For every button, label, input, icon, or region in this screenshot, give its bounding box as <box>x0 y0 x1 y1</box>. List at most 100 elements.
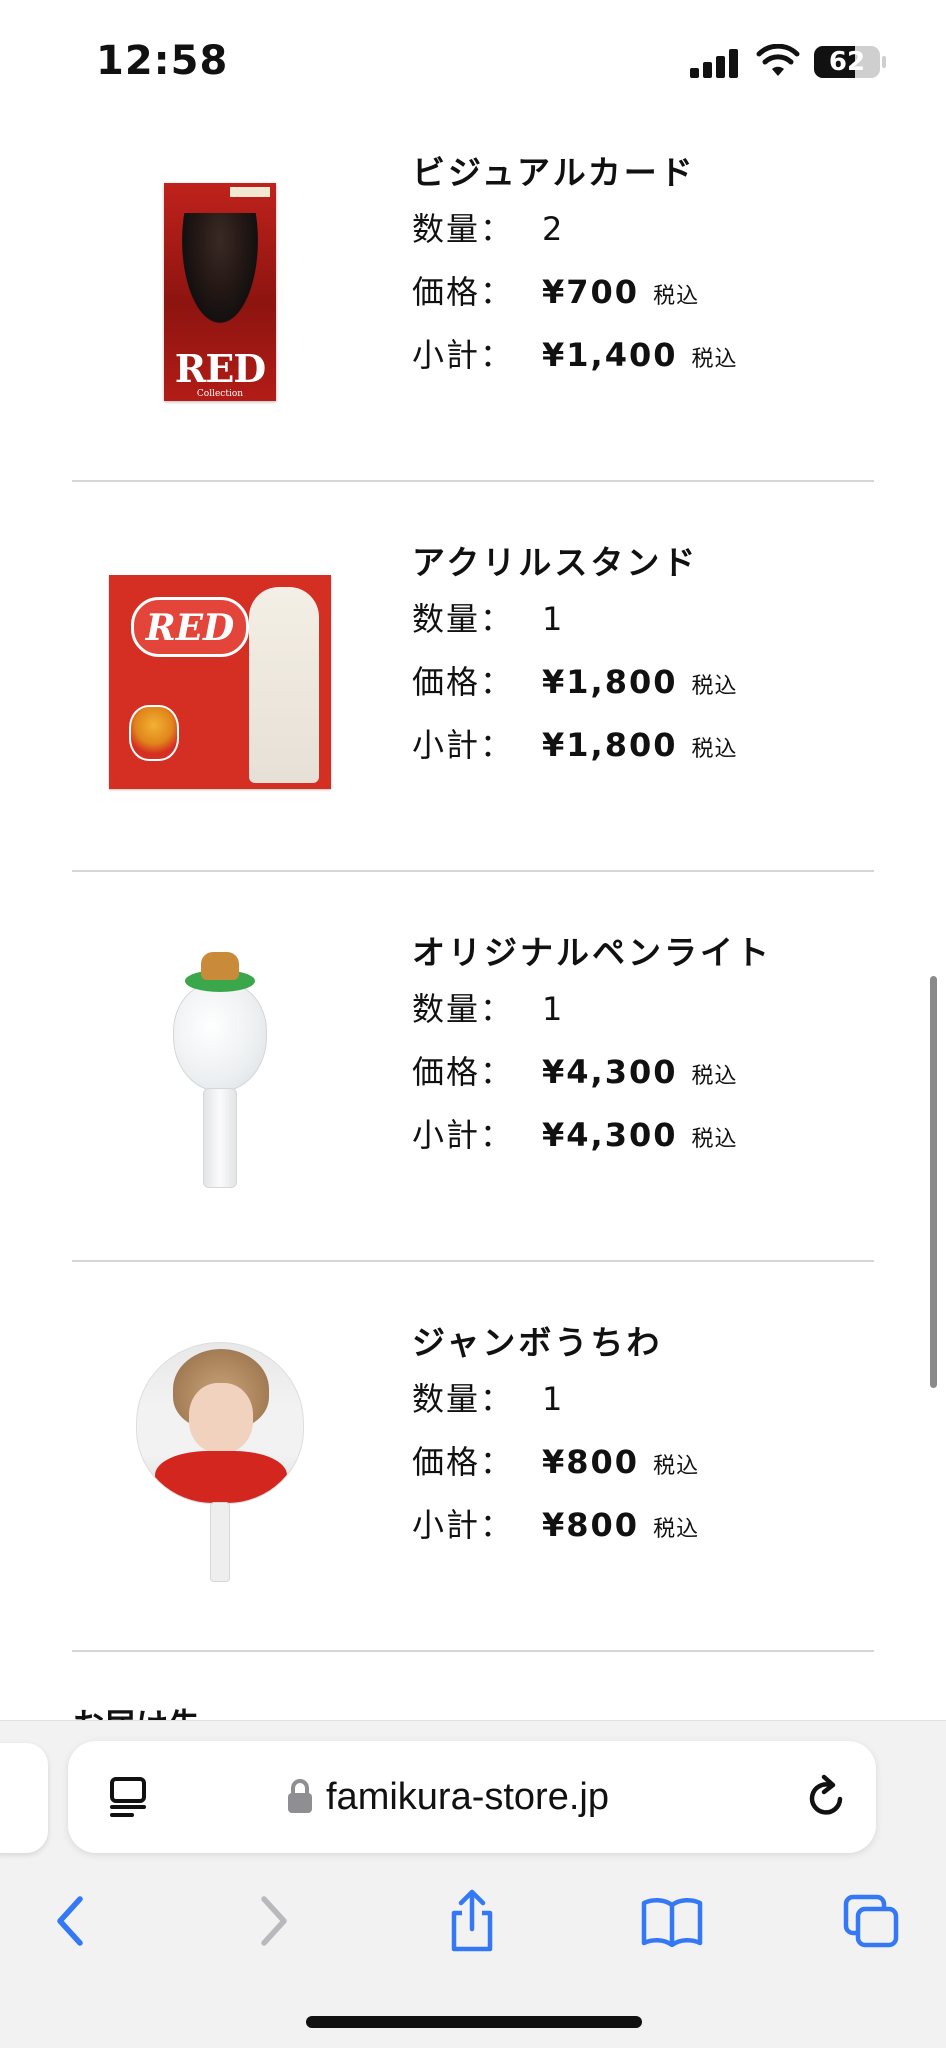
item-info: ビジュアルカード 数量： 2 価格： ¥700 税込 小計： ¥1,400 税込 <box>412 148 738 387</box>
reload-icon[interactable] <box>802 1773 850 1821</box>
product-image[interactable] <box>100 952 340 1192</box>
penlight-handle <box>203 1088 237 1188</box>
reader-icon[interactable] <box>106 1775 152 1819</box>
tabs-button[interactable] <box>832 1881 912 1961</box>
item-name[interactable]: ジャンボうちわ <box>412 1318 699 1368</box>
signal-icon <box>690 48 740 78</box>
price-label: 価格： <box>412 1053 515 1091</box>
item-info: オリジナルペンライト 数量： 1 価格： ¥4,300 税込 小計： ¥4,30… <box>412 928 772 1167</box>
quantity-row: 数量： 1 <box>412 588 738 651</box>
card-portrait <box>182 213 258 323</box>
uchiwa-jacket <box>155 1451 287 1503</box>
price-row: 価格： ¥1,800 税込 <box>412 651 738 714</box>
product-image[interactable] <box>100 1342 340 1582</box>
quantity-label: 数量： <box>412 600 515 638</box>
subtotal-label: 小計： <box>412 726 515 764</box>
tax-note: 税込 <box>653 284 700 309</box>
price-row: 価格： ¥800 税込 <box>412 1431 699 1494</box>
share-button[interactable] <box>432 1881 512 1961</box>
uchiwa-fan <box>136 1342 304 1504</box>
forward-icon <box>261 1896 287 1946</box>
cart-item: RED アクリルスタンド 数量： 1 価格： ¥1,800 税込 小計： ¥1,… <box>0 510 946 900</box>
browser-chrome: famikura-store.jp <box>0 1720 946 2048</box>
price-value: ¥4,300 <box>542 1053 678 1091</box>
product-image[interactable]: RED Collection <box>100 172 340 412</box>
penlight-bulb <box>173 982 267 1092</box>
subtotal-label: 小計： <box>412 1506 515 1544</box>
battery-cap <box>882 56 886 68</box>
quantity-label: 数量： <box>412 1380 515 1418</box>
visual-card-image: RED Collection <box>164 183 276 401</box>
penlight-mascot <box>201 952 239 980</box>
uchiwa-face <box>189 1383 253 1453</box>
card-subtitle: Collection <box>196 389 244 399</box>
price-value: ¥800 <box>542 1443 640 1481</box>
tax-note: 税込 <box>691 347 738 372</box>
section-heading-partial: お届け先 <box>72 1700 200 1720</box>
item-info: アクリルスタンド 数量： 1 価格： ¥1,800 税込 小計： ¥1,800 … <box>412 538 738 777</box>
cart-item: RED Collection ビジュアルカード 数量： 2 価格： ¥700 税… <box>0 120 946 510</box>
subtotal-row: 小計： ¥1,400 税込 <box>412 324 738 387</box>
cart-item: ジャンボうちわ 数量： 1 価格： ¥800 税込 小計： ¥800 税込 <box>0 1290 946 1680</box>
forward-button[interactable] <box>234 1881 314 1961</box>
divider <box>72 480 874 482</box>
acrylic-stand-image: RED <box>109 575 331 789</box>
tax-note: 税込 <box>691 1064 738 1089</box>
status-bar: 12:58 62 <box>0 0 946 120</box>
home-indicator[interactable] <box>306 2016 642 2028</box>
stand-logo: RED <box>131 597 249 657</box>
divider <box>72 1260 874 1262</box>
tax-note: 税込 <box>691 1127 738 1152</box>
price-value: ¥700 <box>542 273 640 311</box>
tax-note: 税込 <box>691 674 738 699</box>
cart-item: オリジナルペンライト 数量： 1 価格： ¥4,300 税込 小計： ¥4,30… <box>0 900 946 1290</box>
bookmarks-icon <box>641 1898 703 1947</box>
price-label: 価格： <box>412 1443 515 1481</box>
product-image[interactable]: RED <box>100 562 340 802</box>
scrollbar-thumb[interactable] <box>930 976 937 1388</box>
subtotal-value: ¥4,300 <box>542 1116 678 1154</box>
price-row: 価格： ¥4,300 税込 <box>412 1041 772 1104</box>
address-bar[interactable]: famikura-store.jp <box>68 1741 876 1853</box>
subtotal-value: ¥1,400 <box>542 336 678 374</box>
tax-note: 税込 <box>653 1517 700 1542</box>
bookmarks-button[interactable] <box>632 1881 712 1961</box>
browser-toolbar <box>0 1881 946 1981</box>
quantity-row: 数量： 1 <box>412 978 772 1041</box>
divider <box>72 870 874 872</box>
quantity-row: 数量： 1 <box>412 1368 699 1431</box>
subtotal-row: 小計： ¥1,800 税込 <box>412 714 738 777</box>
price-label: 価格： <box>412 273 515 311</box>
subtotal-label: 小計： <box>412 336 515 374</box>
tax-note: 税込 <box>691 737 738 762</box>
url-text[interactable]: famikura-store.jp <box>326 1741 609 1853</box>
tax-note: 税込 <box>653 1454 700 1479</box>
price-row: 価格： ¥700 税込 <box>412 261 738 324</box>
subtotal-value: ¥800 <box>542 1506 640 1544</box>
item-name[interactable]: アクリルスタンド <box>412 538 738 588</box>
item-info: ジャンボうちわ 数量： 1 価格： ¥800 税込 小計： ¥800 税込 <box>412 1318 699 1557</box>
battery-icon: 62 <box>814 46 880 78</box>
status-time: 12:58 <box>96 38 229 84</box>
stand-figure <box>249 587 319 783</box>
quantity-label: 数量： <box>412 990 515 1028</box>
previous-tab-peek[interactable] <box>0 1743 48 1853</box>
back-button[interactable] <box>30 1881 110 1961</box>
price-value: ¥1,800 <box>542 663 678 701</box>
divider <box>72 1650 874 1652</box>
quantity-value: 2 <box>542 210 565 248</box>
uchiwa-image <box>130 1342 310 1582</box>
subtotal-value: ¥1,800 <box>542 726 678 764</box>
battery-percent: 62 <box>828 47 866 77</box>
quantity-row: 数量： 2 <box>412 198 738 261</box>
penlight-image <box>165 952 275 1192</box>
item-name[interactable]: オリジナルペンライト <box>412 928 772 978</box>
card-tag <box>230 187 270 197</box>
wifi-icon <box>756 44 800 76</box>
mascot-figure <box>129 705 179 761</box>
tabs-icon <box>843 1894 899 1948</box>
subtotal-row: 小計： ¥4,300 税込 <box>412 1104 772 1167</box>
item-name[interactable]: ビジュアルカード <box>412 148 738 198</box>
uchiwa-handle <box>210 1502 230 1582</box>
subtotal-label: 小計： <box>412 1116 515 1154</box>
